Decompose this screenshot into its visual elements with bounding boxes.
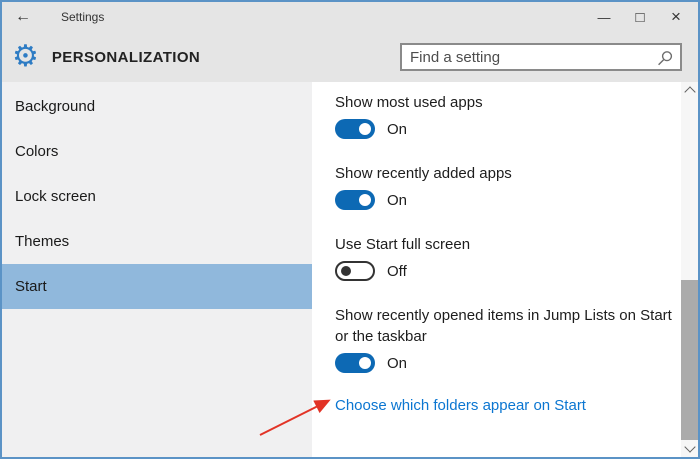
page-header: ⚙ PERSONALIZATION [2,32,698,82]
sidebar-item-background[interactable]: Background [2,84,312,129]
toggle-knob [341,266,351,276]
back-button[interactable]: ← [15,8,45,26]
setting-label-most-used-apps: Show most used apps [335,94,483,111]
setting-row: Off [335,261,678,281]
sidebar-item-lock-screen[interactable]: Lock screen [2,174,312,219]
toggle-state-label: On [387,120,408,138]
setting-row: On [335,190,678,210]
toggle-knob [359,123,371,135]
search-box[interactable] [400,43,682,71]
page-body: Background Colors Lock screen Themes Sta… [2,82,698,457]
sidebar: Background Colors Lock screen Themes Sta… [2,82,312,457]
toggle-state-label: Off [387,262,407,280]
gear-icon: ⚙ [12,40,39,73]
sidebar-item-colors[interactable]: Colors [2,129,312,174]
scrollbar[interactable] [681,82,698,457]
page-title: PERSONALIZATION [51,48,201,66]
toggle-knob [359,357,371,369]
settings-window: ← Settings — □ × ⚙ PERSONALIZATION Backg… [0,0,700,459]
toggle-knob [359,194,371,206]
setting-label-start-full-screen: Use Start full screen [335,236,471,253]
start-settings-panel: Show most used apps On Show recently add… [312,82,698,457]
minimize-button[interactable]: — [586,2,622,32]
scrollbar-thumb[interactable] [681,280,698,440]
setting-label-jump-lists: Show recently opened items in Jump Lists… [335,307,672,345]
toggle-state-label: On [387,191,408,209]
toggle-state-label: On [387,354,408,372]
toggle-start-full-screen[interactable] [335,261,375,281]
setting-label-recently-added-apps: Show recently added apps [335,165,512,182]
search-input[interactable] [402,48,680,66]
scroll-down-icon[interactable] [683,441,696,453]
search-icon [658,51,673,66]
window-title: Settings [61,10,105,24]
sidebar-item-themes[interactable]: Themes [2,219,312,264]
sidebar-item-start[interactable]: Start [2,264,312,309]
setting-row: On [335,119,678,139]
choose-folders-link[interactable]: Choose which folders appear on Start [335,397,586,414]
toggle-recently-added-apps[interactable] [335,190,375,210]
toggle-most-used-apps[interactable] [335,119,375,139]
setting-row: On [335,353,678,373]
toggle-jump-lists[interactable] [335,353,375,373]
maximize-button[interactable]: □ [622,2,658,32]
titlebar: ← Settings — □ × [2,2,698,32]
scroll-up-icon[interactable] [683,86,696,98]
close-button[interactable]: × [658,2,694,32]
